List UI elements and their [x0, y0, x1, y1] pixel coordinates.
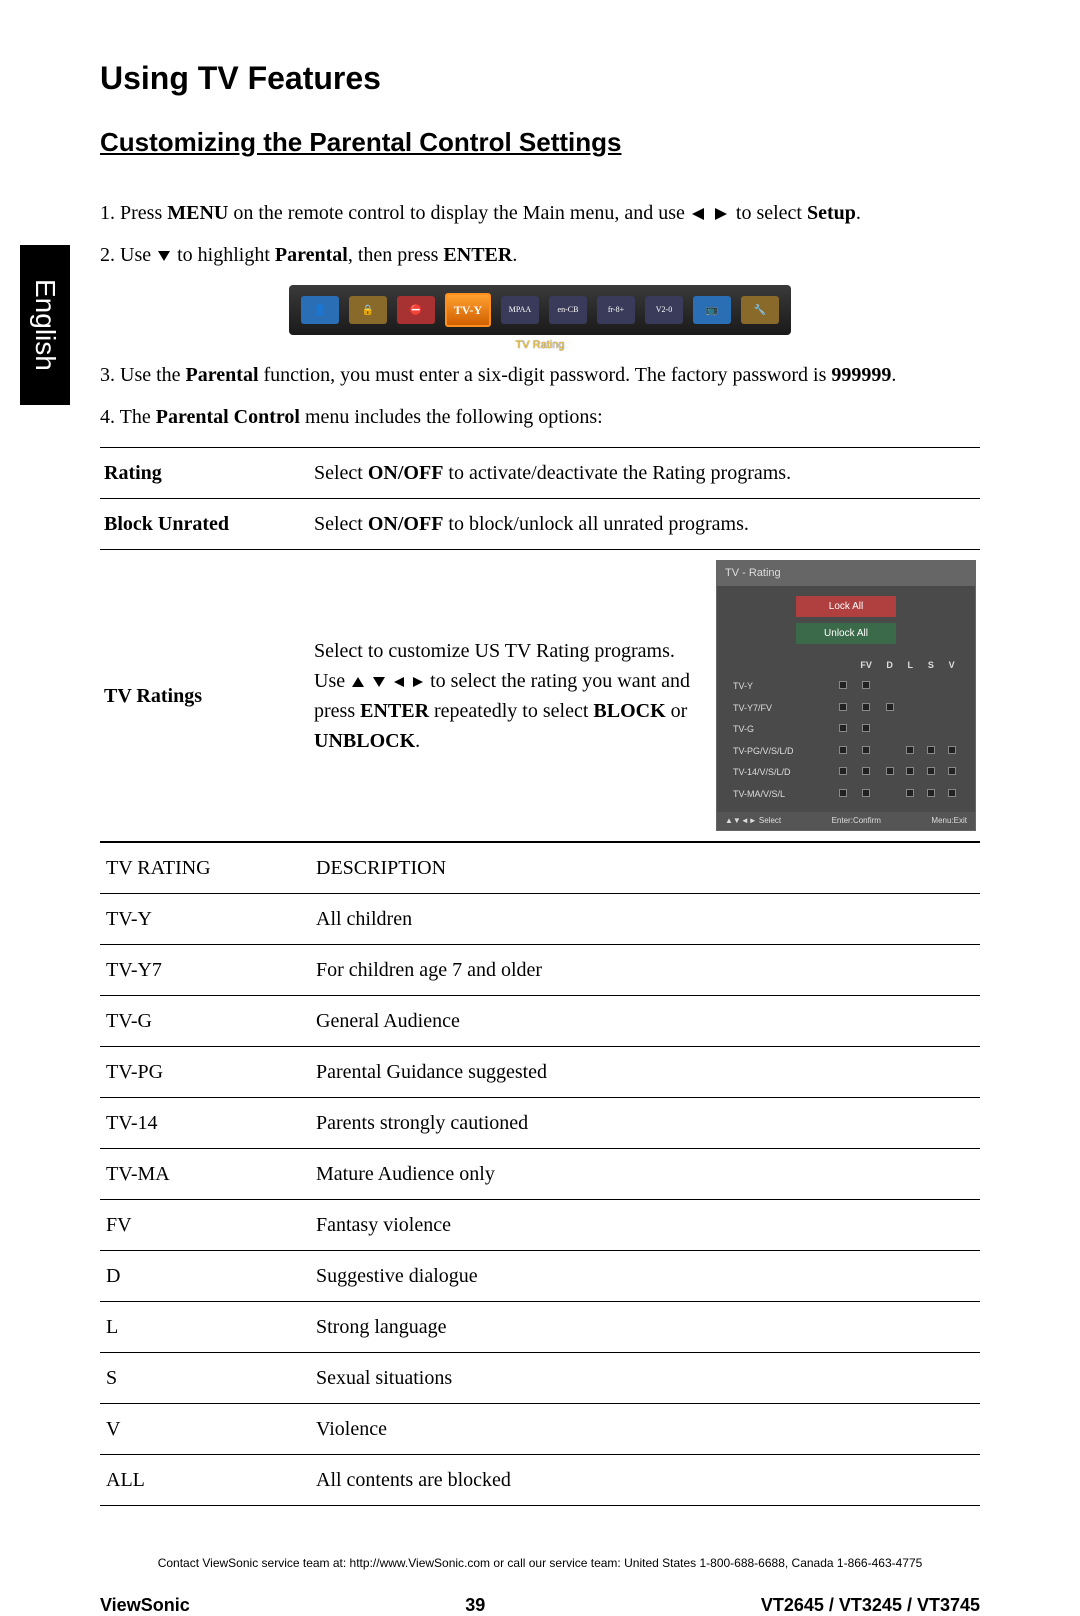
- table-row: ALLAll contents are blocked: [100, 1455, 980, 1506]
- table-row: TV-Y7For children age 7 and older: [100, 945, 980, 996]
- option-row-block-unrated: Block Unrated Select ON/OFF to block/unl…: [100, 499, 980, 550]
- triangle-right-icon: [713, 207, 731, 221]
- table-row: TV-YAll children: [100, 894, 980, 945]
- triangle-down-icon: [156, 249, 172, 263]
- content-body: 1. Press MENU on the remote control to d…: [100, 198, 980, 1506]
- menu-icon: MPAA: [501, 296, 539, 324]
- menu-icon: 🔧: [741, 296, 779, 324]
- ratings-description-table: TV RATINGDESCRIPTIONTV-YAll childrenTV-Y…: [100, 842, 980, 1506]
- step-1: 1. Press MENU on the remote control to d…: [100, 198, 980, 228]
- page-footer: ViewSonic 39 VT2645 / VT3245 / VT3745: [100, 1595, 980, 1616]
- triangle-down-icon: [371, 676, 387, 688]
- table-row: VViolence: [100, 1404, 980, 1455]
- table-header: TV RATING: [100, 843, 310, 894]
- table-row: SSexual situations: [100, 1353, 980, 1404]
- table-row: LStrong language: [100, 1302, 980, 1353]
- table-row: DSuggestive dialogue: [100, 1251, 980, 1302]
- step-3: 3. Use the Parental function, you must e…: [100, 360, 980, 390]
- triangle-right-icon: [411, 676, 425, 688]
- table-row: TV-14Parents strongly cautioned: [100, 1098, 980, 1149]
- menu-strip-image: 👤 🔒 ⛔ TV-Y MPAA en-CB fr-8+ V2-0 📺 🔧 TV …: [100, 285, 980, 335]
- table-row: TV-GGeneral Audience: [100, 996, 980, 1047]
- footer-contact: Contact ViewSonic service team at: http:…: [100, 1556, 980, 1570]
- menu-icon: en-CB: [549, 296, 587, 324]
- menu-icon: 👤: [301, 296, 339, 324]
- table-row: TV-PGParental Guidance suggested: [100, 1047, 980, 1098]
- footer-models: VT2645 / VT3245 / VT3745: [761, 1595, 980, 1616]
- footer-brand: ViewSonic: [100, 1595, 190, 1616]
- menu-icon-active: TV-Y: [445, 293, 491, 327]
- step-2: 2. Use to highlight Parental, then press…: [100, 240, 980, 270]
- menu-icon: ⛔: [397, 296, 435, 324]
- table-row: FVFantasy violence: [100, 1200, 980, 1251]
- menu-icon: fr-8+: [597, 296, 635, 324]
- menu-icon: V2-0: [645, 296, 683, 324]
- tv-rating-panel-image: TV - Rating Lock All Unlock All FVDLSVTV…: [716, 560, 976, 831]
- triangle-up-icon: [350, 676, 366, 688]
- footer-page-number: 39: [465, 1595, 485, 1616]
- triangle-left-icon: [392, 676, 406, 688]
- subsection-title: Customizing the Parental Control Setting…: [100, 127, 980, 158]
- language-tab: English: [20, 245, 70, 405]
- lock-all-button: Lock All: [796, 596, 896, 617]
- options-table: Rating Select ON/OFF to activate/deactiv…: [100, 447, 980, 842]
- option-row-tv-ratings: TV Ratings Select to customize US TV Rat…: [100, 550, 980, 842]
- step-4: 4. The Parental Control menu includes th…: [100, 402, 980, 432]
- menu-strip-caption: TV Rating: [516, 337, 565, 354]
- unlock-all-button: Unlock All: [796, 623, 896, 644]
- menu-icon: 📺: [693, 296, 731, 324]
- table-header: DESCRIPTION: [310, 843, 980, 894]
- section-title: Using TV Features: [100, 60, 980, 97]
- table-row: TV-MAMature Audience only: [100, 1149, 980, 1200]
- option-row-rating: Rating Select ON/OFF to activate/deactiv…: [100, 448, 980, 499]
- triangle-left-icon: [690, 207, 708, 221]
- menu-icon: 🔒: [349, 296, 387, 324]
